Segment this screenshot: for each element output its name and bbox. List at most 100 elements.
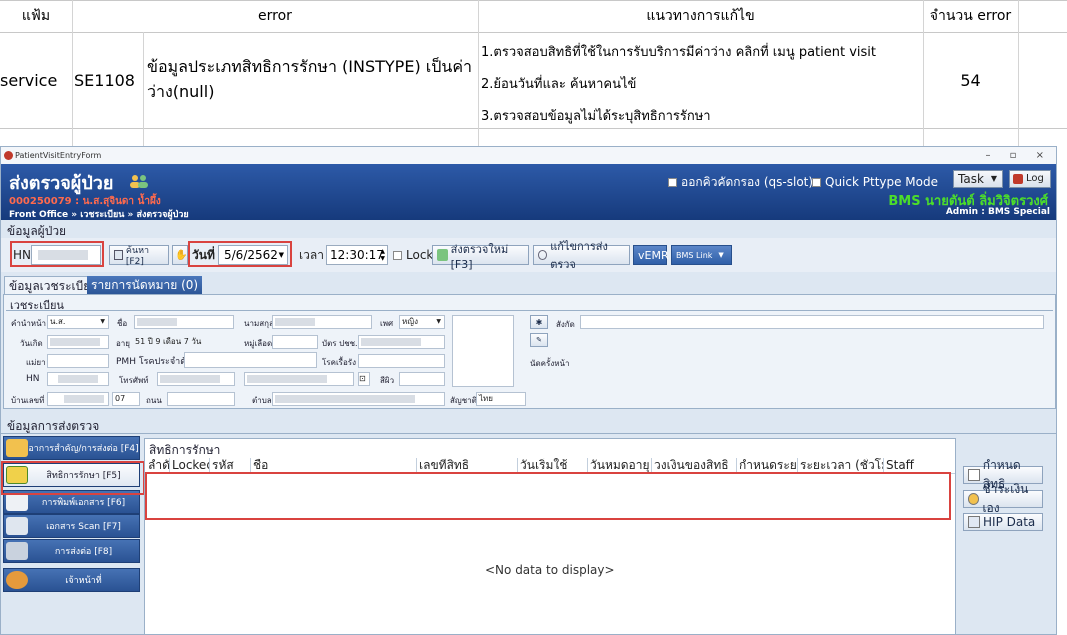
lname-label: นามสกุล [244,319,274,328]
col-right-no[interactable]: เลขที่สิทธิ [417,458,518,473]
skin-input[interactable] [399,372,445,386]
checkbox-icon[interactable] [812,177,821,187]
edit-visit-label: แก้ไขการส่งตรวจ [550,240,608,271]
next-appt-label: นัดครั้งหน้า [530,359,570,368]
quick-pttype-checkbox[interactable]: Quick Pttype Mode [812,175,938,189]
phone-picker-button[interactable]: ⊡ [358,372,370,386]
window-title: PatientVisitEntryForm [15,151,102,160]
log-button[interactable]: Log [1009,170,1051,188]
vemr-button[interactable]: vEMR [633,245,669,265]
page-title: ส่งตรวจผู้ป่วย [9,173,114,194]
checkbox-icon[interactable] [393,250,402,260]
edit-icon [538,250,548,260]
road-input[interactable] [167,392,235,406]
highlight-date [188,241,292,267]
edit-visit-button[interactable]: แก้ไขการส่งตรวจ [533,240,630,271]
time-input[interactable]: 12:30:17 ▲ ▼ [326,245,388,265]
phone2-input[interactable] [244,372,354,386]
lock-label: Lock [406,248,434,262]
tambon-label: ตำบล [252,396,272,405]
hn-field-label: HN [26,374,40,384]
sex-label: เพศ [380,319,394,328]
title-bar: PatientVisitEntryForm – ▫ × [1,147,1056,164]
coin-icon [968,493,980,505]
printer-icon [6,493,28,511]
bms-link-button[interactable]: BMS Link ▼ [671,245,732,265]
mother-label: แม่ยา [26,358,46,367]
lock-checkbox[interactable]: Lock [393,248,433,262]
nation-label: สัญชาติ [450,396,477,405]
sex-value: หญิง [402,317,418,326]
chevron-down-icon: ▼ [990,174,997,183]
dob-label: วันเกิด [20,339,43,348]
nav-symptom-label: อาการสำคัญ/การส่งต่อ [F4] [28,444,139,454]
person-icon [6,439,28,457]
cid-input[interactable] [358,335,445,349]
time-label: เวลา [299,247,324,262]
qs-slot-label: ออกคิวคัดกรอง (qs-slot) [681,175,814,189]
col-order[interactable]: ลำดับ [146,458,170,473]
header-solution: แนวทางการแก้ไข [646,8,755,24]
sex-select[interactable]: หญิง ▼ [399,315,445,329]
search-button[interactable]: ค้นหา [F2] [109,245,169,267]
row-code: SE1108 [74,70,135,90]
self-pay-button[interactable]: ชำระเงินเอง [963,482,1043,515]
col-duration[interactable]: ระยะเวลา (ชั่วโมง) [798,458,884,473]
skin-label: สีผิว [380,376,395,385]
highlight-hn [10,241,104,267]
col-code[interactable]: รหัส [210,458,251,473]
tambon-input[interactable] [272,392,445,406]
patient-visit-window: PatientVisitEntryForm – ▫ × ส่งตรวจผู้ป่… [0,146,1057,635]
hip-data-button[interactable]: HIP Data [963,513,1043,531]
fname-input[interactable] [134,315,234,329]
blood-label: หมู่เลือด [244,339,273,348]
col-locked[interactable]: Locked [170,458,210,473]
nav-referral[interactable]: การส่งต่อ [F8] [3,539,140,563]
window-controls[interactable]: – ▫ × [985,147,1052,164]
new-visit-label: ส่งตรวจใหม่ [F3] [450,242,509,271]
col-expire-date[interactable]: วันหมดอายุ [588,458,652,473]
hand-button[interactable]: ✋ [172,245,188,265]
prefix-label: คำนำหน้า [11,319,47,328]
qs-slot-checkbox[interactable]: ออกคิวคัดกรอง (qs-slot) [668,173,813,192]
phone-input[interactable] [157,372,235,386]
dob-input[interactable] [47,335,109,349]
spinner-icon[interactable]: ▲ ▼ [380,248,385,262]
new-visit-button[interactable]: ส่งตรวจใหม่ [F3] [432,243,529,271]
lname-input[interactable] [272,315,372,329]
affiliation-label: สังกัด [556,320,575,329]
bms-link-label: BMS Link [676,250,713,260]
header-banner: ส่งตรวจผู้ป่วย 000250079 : น.ส.สุจินดา น… [1,164,1056,220]
chronic-label: โรคเรื้อรัง [322,358,356,367]
task-label: Task [958,172,984,186]
col-name[interactable]: ชื่อ [251,458,417,473]
col-limit[interactable]: วงเงินของสิทธิ [652,458,737,473]
edit-photo-button[interactable]: ✎ [530,333,548,347]
expand-button[interactable]: ✱ [530,315,548,329]
referral-icon [6,542,28,560]
picker-icon: ⊡ [359,374,366,383]
nation-input[interactable]: ไทย [476,392,526,406]
blood-input[interactable] [272,335,318,349]
log-label: Log [1026,173,1044,184]
pmh-input[interactable] [184,352,317,368]
affiliation-input[interactable] [580,315,1044,329]
task-dropdown[interactable]: Task ▼ [953,170,1003,188]
nav-staff[interactable]: เจ้าหน้าที่ [3,568,140,592]
mother-input[interactable] [47,354,109,368]
row-count: 54 [960,70,981,90]
nav-scan[interactable]: เอกสาร Scan [F7] [3,514,140,538]
user-role: Admin : BMS Special [945,207,1050,217]
col-start-date[interactable]: วันเริ่มใช้ [518,458,588,473]
chronic-input[interactable] [358,354,445,368]
nav-symptom[interactable]: อาการสำคัญ/การส่งต่อ [F4] [3,436,140,460]
col-period[interactable]: กำหนดระยะ [737,458,798,473]
hn-field-input[interactable] [47,372,109,386]
moo-input[interactable]: 07 [112,392,140,406]
checkbox-icon[interactable] [668,178,677,187]
prefix-select[interactable]: น.ส. ▼ [47,315,109,329]
address-input[interactable] [47,392,109,406]
tab-appointments[interactable]: รายการนัดหมาย (0) [87,276,203,294]
col-staff[interactable]: Staff [884,458,954,473]
search-label: ค้นหา [F2] [125,246,150,267]
